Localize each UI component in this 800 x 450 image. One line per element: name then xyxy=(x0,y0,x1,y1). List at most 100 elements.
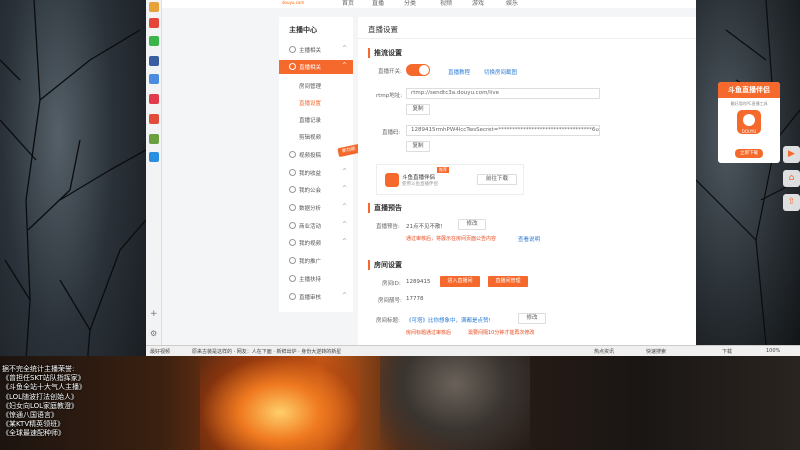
browser-status-bar: 最好视频 原来古装是这样的 · 网友：人在下面 · 新鲜出炉 · 身份大逆转的新… xyxy=(146,345,800,356)
nav-item-category[interactable]: 分类 xyxy=(404,0,416,7)
sidebar-item-label: 直播相关 xyxy=(299,65,322,71)
chevron-up-icon: ^ xyxy=(341,221,347,228)
copy-code-button[interactable]: 复制 xyxy=(406,141,430,152)
nav-item-video[interactable]: 视频 xyxy=(440,0,452,7)
sidebar-sub-clip-video[interactable]: 剪辑视频 xyxy=(299,133,321,141)
upload-icon xyxy=(289,151,296,158)
stream-code-field[interactable]: 1289415rmhPW4lccTwsSecret=**************… xyxy=(406,125,600,136)
hot-news[interactable]: 热点资讯 xyxy=(594,348,614,355)
sidebar-item-income[interactable]: 我的收益 ^ xyxy=(279,166,353,180)
switch-room-screenshot-link[interactable]: 切换房间截图 xyxy=(484,68,517,76)
wechat-icon[interactable] xyxy=(149,36,159,46)
sidebar-sub-live-records[interactable]: 直播记录 xyxy=(299,116,321,124)
section-title-preview: 直播预告 xyxy=(368,203,402,213)
rtmp-address-field[interactable]: rtmp://sendtc3a.douyu.com/live xyxy=(406,88,600,99)
nav-item-live[interactable]: 直播 xyxy=(372,0,384,7)
view-explanation-link[interactable]: 查看说明 xyxy=(518,235,540,243)
chevron-up-icon: ^ xyxy=(341,62,347,69)
promotion-icon xyxy=(289,257,296,264)
chevron-up-icon: ^ xyxy=(341,203,347,210)
title-note-2: 需要间隔10分钟才能再次修改 xyxy=(468,330,535,336)
edit-title-button[interactable]: 修改 xyxy=(518,313,546,324)
quick-search[interactable]: 快速搜索 xyxy=(646,348,666,355)
video-icon xyxy=(289,63,296,70)
top-navigation: douyu.com 首页 直播 分类 视频 游戏 娱乐 xyxy=(162,0,696,8)
sidebar-item-review[interactable]: 直播审核 ^ xyxy=(279,290,353,304)
edit-preview-button[interactable]: 修改 xyxy=(458,219,486,230)
nav-item-home[interactable]: 首页 xyxy=(342,0,354,7)
app-light-blue-icon[interactable] xyxy=(149,74,159,84)
title-note-1: 房间标题通过审核后 xyxy=(406,330,452,336)
zoom-level[interactable]: 100% xyxy=(766,348,780,354)
room-number-value: 17778 xyxy=(406,296,424,302)
weibo-icon[interactable] xyxy=(149,2,159,12)
divider xyxy=(358,38,696,39)
preview-value: 21点不见不散! xyxy=(406,224,443,230)
ad-subtitle: 最好用的PC直播工具 xyxy=(730,101,768,106)
back-top-icon[interactable]: ⇧ xyxy=(783,194,800,211)
weibo-red-icon[interactable] xyxy=(149,18,159,28)
film-icon xyxy=(289,239,296,246)
room-title-value: 《可塔》比你想象中，满都是点赞! xyxy=(406,318,491,324)
sidebar-item-promotion[interactable]: 我的推广 xyxy=(279,254,353,268)
coin-icon xyxy=(289,169,296,176)
sidebar-item-data[interactable]: 数据分析 ^ xyxy=(279,201,353,215)
promo-subtitle: 使用斗鱼直播伴侣 xyxy=(402,182,438,187)
app-p-icon[interactable] xyxy=(149,152,159,162)
sidebar-item-my-videos[interactable]: 我的视频 ^ xyxy=(279,236,353,250)
live-settings-panel: 直播设置 推流设置 直播开关: 直播教程 切换房间截图 rtmp地址: rtmp… xyxy=(358,17,696,345)
sidebar-item-label: 我的公会 xyxy=(299,188,322,194)
stream-code-label: 直播码: xyxy=(382,130,401,136)
overlay-line: 《妇女向LOL家庭教澄》 xyxy=(2,401,79,410)
stream-overlay-text: 据不完全统计主播荣誉: 《曾担任SKT站队指挥家》 《斗鱼全站十大气人主播》 《… xyxy=(2,365,152,439)
companion-float-ad[interactable]: 斗鱼直播伴侣 最好用的PC直播工具 DOUYU 立即下载 xyxy=(718,82,780,163)
sidebar-sub-room-manage[interactable]: 房间管理 xyxy=(299,82,321,90)
sidebar-item-label: 商业活动 xyxy=(299,224,322,230)
support-icon xyxy=(289,275,296,282)
sidebar-item-support[interactable]: 主播扶持 xyxy=(279,272,353,286)
douyu-logo-icon: DOUYU xyxy=(737,110,761,134)
app-blue-icon[interactable] xyxy=(149,56,159,66)
nav-item-entertainment[interactable]: 娱乐 xyxy=(506,0,518,7)
live-switch-toggle[interactable] xyxy=(406,64,430,76)
rtmp-label: rtmp地址: xyxy=(376,93,403,99)
switch-label: 直播开关: xyxy=(378,69,402,75)
app-green-icon[interactable] xyxy=(149,134,159,144)
sidebar-item-streamer[interactable]: 主播相关 ^ xyxy=(279,43,353,57)
companion-promo-card[interactable]: 推荐 斗鱼直播伴侣 使用斗鱼直播伴侣 前往下载 xyxy=(376,164,524,195)
douyu-logo[interactable]: douyu.com xyxy=(282,0,306,6)
enter-room-button[interactable]: 进入直播间 xyxy=(440,276,480,287)
play-icon[interactable]: ▶ xyxy=(783,146,800,163)
status-left-text[interactable]: 最好视频 xyxy=(150,348,170,355)
gear-icon[interactable]: ⚙ xyxy=(150,329,157,338)
tutorial-link[interactable]: 直播教程 xyxy=(448,68,470,76)
sidebar-item-guild[interactable]: 我的公会 ^ xyxy=(279,183,353,197)
chevron-up-icon: ^ xyxy=(341,238,347,245)
sidebar-sub-live-settings[interactable]: 直播设置 xyxy=(299,99,321,107)
browser-side-toolbar: + ⚙ xyxy=(146,0,162,345)
chevron-up-icon: ^ xyxy=(341,185,347,192)
copy-rtmp-button[interactable]: 复制 xyxy=(406,104,430,115)
web-page: douyu.com 首页 直播 分类 视频 游戏 娱乐 主播中心 主播相关 ^ … xyxy=(162,0,696,345)
review-icon xyxy=(289,293,296,300)
sidebar-item-live[interactable]: 直播相关 ^ xyxy=(279,60,353,74)
add-app-icon[interactable]: + xyxy=(150,309,158,319)
sidebar-item-label: 主播相关 xyxy=(299,48,322,54)
room-manage-button[interactable]: 直播间管理 xyxy=(488,276,528,287)
ad-download-button[interactable]: 立即下载 xyxy=(735,149,763,158)
fire-glow xyxy=(200,356,360,450)
sidebar-title: 主播中心 xyxy=(289,26,317,34)
news-ticker[interactable]: 原来古装是这样的 · 网友：人在下面 · 新鲜出炉 · 身份大逆转的新星 xyxy=(192,348,341,355)
sidebar-item-business[interactable]: 商业活动 ^ xyxy=(279,219,353,233)
nav-item-games[interactable]: 游戏 xyxy=(472,0,484,7)
overlay-line: 《LOL随波打法创始人》 xyxy=(2,392,79,401)
section-title-room: 房间设置 xyxy=(368,260,402,270)
download-button[interactable]: 前往下载 xyxy=(477,174,517,185)
home-icon[interactable]: ⌂ xyxy=(783,170,800,187)
douyu-companion-icon xyxy=(385,173,399,187)
app-red-icon[interactable] xyxy=(149,94,159,104)
download-status[interactable]: 下载 xyxy=(722,348,732,355)
app-orange-red-icon[interactable] xyxy=(149,114,159,124)
overlay-line: 《惊通八国语言》 xyxy=(2,411,58,420)
overlay-line: 《斗鱼全站十大气人主播》 xyxy=(2,383,86,392)
